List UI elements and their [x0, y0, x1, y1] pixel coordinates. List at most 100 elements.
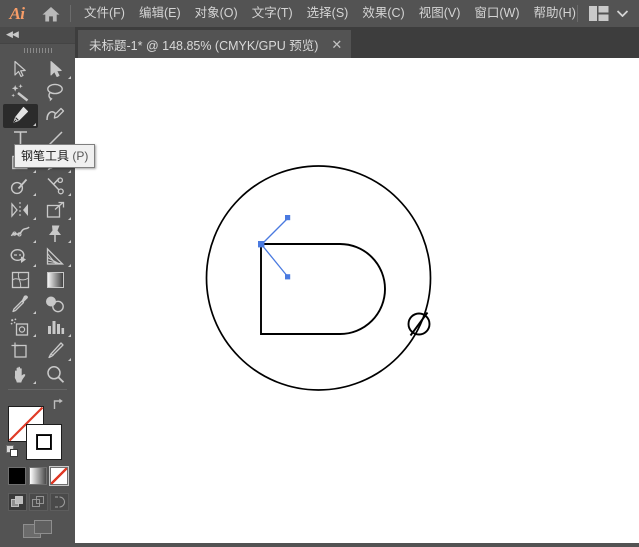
- tool-flyout-corner: [33, 217, 36, 220]
- tooltip-shortcut: (P): [72, 149, 88, 163]
- menu-help[interactable]: 帮助(H): [527, 0, 583, 27]
- pen-close-path-cursor: [409, 313, 430, 336]
- rotate-tool[interactable]: [3, 198, 38, 222]
- scissors-tool[interactable]: [38, 175, 73, 199]
- menubar-right-group: [577, 0, 639, 27]
- shaper-pencil-icon: [10, 177, 30, 196]
- menu-effect[interactable]: 效果(C): [355, 0, 411, 27]
- draw-behind-button[interactable]: [29, 493, 48, 511]
- menu-file[interactable]: 文件(F): [77, 0, 132, 27]
- perspective-grid-tool[interactable]: [38, 245, 73, 269]
- eyedropper-icon: [11, 294, 30, 313]
- tool-flyout-corner: [33, 240, 36, 243]
- menu-edit[interactable]: 编辑(E): [132, 0, 188, 27]
- column-graph-tool[interactable]: [38, 316, 73, 340]
- selection-tool[interactable]: [3, 57, 38, 81]
- width-tool[interactable]: [3, 222, 38, 246]
- tool-flyout-corner: [68, 240, 71, 243]
- curvature-tool[interactable]: [38, 104, 73, 128]
- tool-flyout-corner: [68, 193, 71, 196]
- gradient-icon: [46, 271, 65, 289]
- home-icon[interactable]: [34, 0, 68, 27]
- shape-builder-icon: [10, 247, 31, 266]
- scale-icon: [46, 201, 65, 219]
- reflect-icon: [10, 201, 30, 219]
- fill-mode-buttons: [8, 467, 68, 485]
- none-mode-button[interactable]: [50, 467, 68, 485]
- tool-flyout-corner: [33, 334, 36, 337]
- symbol-sprayer-icon: [10, 318, 30, 337]
- swap-fill-stroke-icon[interactable]: [52, 397, 66, 411]
- menu-type[interactable]: 文字(T): [245, 0, 300, 27]
- tooltip-label: 钢笔工具: [21, 149, 69, 163]
- d-shape-path[interactable]: [261, 244, 385, 334]
- workspace-switcher-icon[interactable]: [589, 6, 609, 21]
- tool-flyout-corner: [68, 170, 71, 173]
- direct-selection-tool[interactable]: [38, 57, 73, 81]
- chevron-down-icon[interactable]: [617, 10, 628, 17]
- scale-tool[interactable]: [38, 198, 73, 222]
- scissors-icon: [45, 177, 65, 196]
- drawing-mode-buttons: [8, 493, 69, 511]
- document-tab-bar: 未标题-1* @ 148.85% (CMYK/GPU 预览) ✕: [75, 27, 639, 58]
- shape-builder-tool[interactable]: [3, 245, 38, 269]
- tools-panel: ◀◀: [0, 27, 75, 543]
- stroke-swatch[interactable]: [26, 424, 62, 460]
- color-mode-button[interactable]: [8, 467, 26, 485]
- menu-view[interactable]: 视图(V): [412, 0, 468, 27]
- draw-behind-icon: [32, 496, 45, 508]
- hand-tool[interactable]: [3, 363, 38, 387]
- artboard-canvas[interactable]: [75, 58, 639, 543]
- tools-grid: [3, 57, 73, 386]
- outer-circle-path[interactable]: [207, 166, 431, 390]
- tool-flyout-corner: [33, 264, 36, 267]
- draw-inside-icon: [53, 496, 66, 508]
- handle-endpoint-up[interactable]: [285, 215, 290, 220]
- screen-mode-icon: [23, 520, 53, 542]
- eyedropper-tool[interactable]: [3, 292, 38, 316]
- artwork-svg: [75, 58, 639, 543]
- tool-flyout-corner: [33, 170, 36, 173]
- anchor-point[interactable]: [258, 241, 264, 247]
- mesh-tool[interactable]: [3, 269, 38, 293]
- menu-select[interactable]: 选择(S): [300, 0, 356, 27]
- tools-panel-grip[interactable]: [0, 44, 75, 57]
- tool-flyout-corner: [68, 334, 71, 337]
- pen-tool[interactable]: [3, 104, 38, 128]
- close-icon[interactable]: ✕: [331, 38, 342, 51]
- default-fill-stroke-icon[interactable]: [6, 445, 19, 458]
- artboard-icon: [10, 341, 30, 360]
- blend-tool[interactable]: [38, 292, 73, 316]
- tool-flyout-corner: [68, 264, 71, 267]
- gradient-tool[interactable]: [38, 269, 73, 293]
- direct-select-arrow-icon: [47, 60, 63, 78]
- zoom-tool[interactable]: [38, 363, 73, 387]
- slice-tool[interactable]: [38, 339, 73, 363]
- magnifier-icon: [46, 365, 65, 384]
- menu-window[interactable]: 窗口(W): [467, 0, 526, 27]
- draw-normal-button[interactable]: [8, 493, 27, 511]
- magic-wand-tool[interactable]: [3, 81, 38, 105]
- draw-inside-button[interactable]: [50, 493, 69, 511]
- free-transform-tool[interactable]: [38, 222, 73, 246]
- gradient-mode-button[interactable]: [29, 467, 47, 485]
- tool-flyout-corner: [68, 358, 71, 361]
- menubar-divider: [70, 5, 71, 22]
- pen-icon: [10, 106, 30, 125]
- handle-line-up: [262, 218, 289, 245]
- perspective-grid-icon: [45, 247, 65, 266]
- lasso-tool[interactable]: [38, 81, 73, 105]
- menu-object[interactable]: 对象(O): [188, 0, 245, 27]
- tool-flyout-corner: [68, 217, 71, 220]
- pushpin-icon: [46, 224, 64, 243]
- symbol-sprayer-tool[interactable]: [3, 316, 38, 340]
- handle-endpoint-down[interactable]: [285, 274, 290, 279]
- magic-wand-icon: [11, 83, 30, 102]
- artboard-tool[interactable]: [3, 339, 38, 363]
- menubar-right-divider: [577, 5, 578, 22]
- grip-dots-icon: [24, 48, 52, 53]
- collapse-panel-icon[interactable]: ◀◀: [6, 30, 18, 39]
- document-tab[interactable]: 未标题-1* @ 148.85% (CMYK/GPU 预览) ✕: [78, 30, 351, 58]
- shaper-tool[interactable]: [3, 175, 38, 199]
- menu-bar: Ai 文件(F) 编辑(E) 对象(O) 文字(T) 选择(S) 效果(C) 视…: [0, 0, 639, 27]
